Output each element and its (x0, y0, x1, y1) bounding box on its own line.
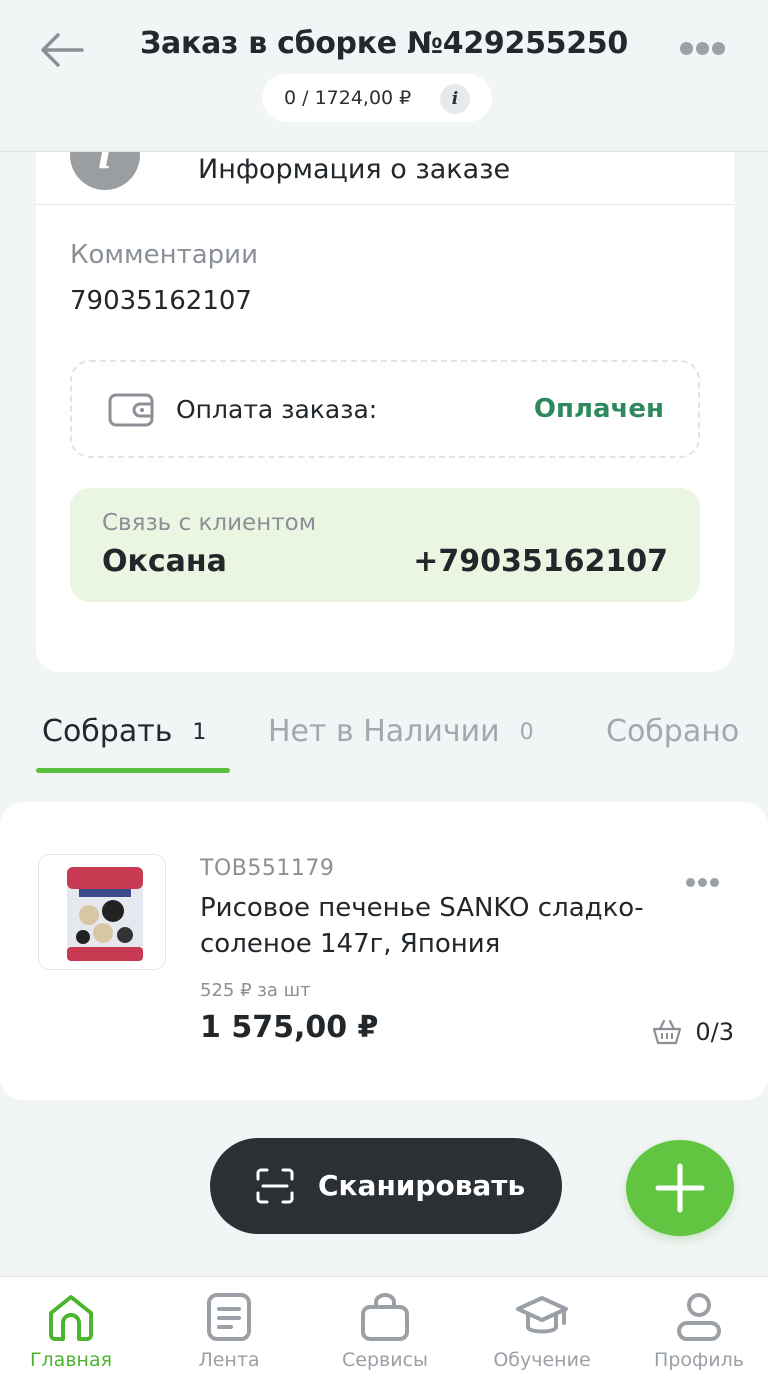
client-contact-box[interactable]: Связь с клиентом Оксана +79035162107 (70, 488, 700, 602)
more-dots-icon (680, 42, 693, 55)
scan-label: Сканировать (318, 1169, 526, 1202)
info-icon[interactable]: i (440, 84, 470, 114)
plus-icon (655, 1163, 705, 1213)
scan-button[interactable]: Сканировать (210, 1138, 562, 1234)
scan-frame-icon (256, 1168, 294, 1204)
contact-caption: Связь с клиентом (102, 510, 317, 536)
contact-name: Оксана (102, 544, 227, 579)
bottom-navigation: Главная Лента Сервисы Обучение Профиль (0, 1276, 768, 1376)
profile-icon (677, 1293, 721, 1341)
tab-collected[interactable]: Собрано (606, 714, 739, 749)
quantity-value: 0/3 (695, 1018, 734, 1046)
contact-phone[interactable]: +79035162107 (413, 544, 668, 579)
nav-home[interactable]: Главная (0, 1289, 146, 1371)
tab-label: Нет в Наличии (268, 714, 500, 749)
product-card[interactable]: ТОВ551179 Рисовое печенье SANKO сладко-с… (0, 802, 768, 1100)
tab-out-of-stock[interactable]: Нет в Наличии 0 (268, 714, 534, 749)
services-bag-icon (361, 1293, 409, 1341)
basket-icon (653, 1019, 682, 1045)
status-tabs: Собрать 1 Нет в Наличии 0 Собрано (0, 700, 768, 776)
nav-education[interactable]: Обучение (467, 1289, 617, 1371)
product-code: ТОВ551179 (200, 856, 335, 881)
unit-price: 525 ₽ за шт (200, 980, 311, 1001)
page-title: Заказ в сборке №429255250 (140, 26, 628, 61)
payment-label: Оплата заказа: (176, 395, 378, 424)
product-name: Рисовое печенье SANKO сладко-соленое 147… (200, 893, 644, 959)
tab-collect[interactable]: Собрать 1 (42, 714, 206, 749)
nav-profile[interactable]: Профиль (624, 1289, 768, 1371)
comment-value: 79035162107 (70, 286, 252, 316)
total-price: 1 575,00 ₽ (200, 1010, 379, 1045)
tab-count: 1 (192, 720, 207, 745)
wallet-icon (108, 393, 154, 427)
more-dots-icon (686, 878, 695, 887)
order-info-card: i Информация о заказе Комментарии 790351… (36, 100, 734, 672)
add-item-button[interactable] (626, 1140, 734, 1236)
order-amount-pill[interactable]: 0 / 1724,00 ₽ i (262, 74, 492, 122)
comment-label: Комментарии (70, 240, 258, 270)
nav-feed[interactable]: Лента (154, 1289, 304, 1371)
amount-progress: 0 / 1724,00 ₽ (284, 87, 412, 109)
active-tab-indicator (36, 768, 230, 773)
product-more-button[interactable] (686, 872, 726, 887)
home-icon (49, 1295, 93, 1341)
nav-label: Профиль (654, 1349, 744, 1371)
arrow-left-icon (41, 33, 84, 67)
tab-label: Собрать (42, 714, 173, 749)
nav-label: Лента (198, 1349, 260, 1371)
quantity-indicator: 0/3 (651, 1018, 734, 1046)
nav-label: Сервисы (341, 1349, 428, 1371)
nav-label: Главная (29, 1349, 113, 1371)
tab-count: 0 (519, 720, 534, 745)
back-button[interactable] (38, 30, 86, 70)
feed-icon (207, 1293, 251, 1341)
product-package-image (39, 855, 165, 969)
header-more-button[interactable] (680, 40, 734, 58)
order-assembly-screen: i Информация о заказе Комментарии 790351… (0, 0, 768, 1376)
payment-status-box: Оплата заказа: Оплачен (70, 360, 700, 458)
education-cap-icon (516, 1296, 568, 1334)
product-image[interactable] (38, 854, 166, 970)
tab-label: Собрано (606, 714, 740, 749)
nav-services[interactable]: Сервисы (310, 1289, 460, 1371)
order-info-label: Информация о заказе (198, 154, 511, 185)
payment-status: Оплачен (533, 394, 664, 424)
card-divider (36, 204, 734, 205)
app-header: Заказ в сборке №429255250 0 / 1724,00 ₽ … (0, 0, 768, 152)
nav-label: Обучение (493, 1349, 591, 1371)
